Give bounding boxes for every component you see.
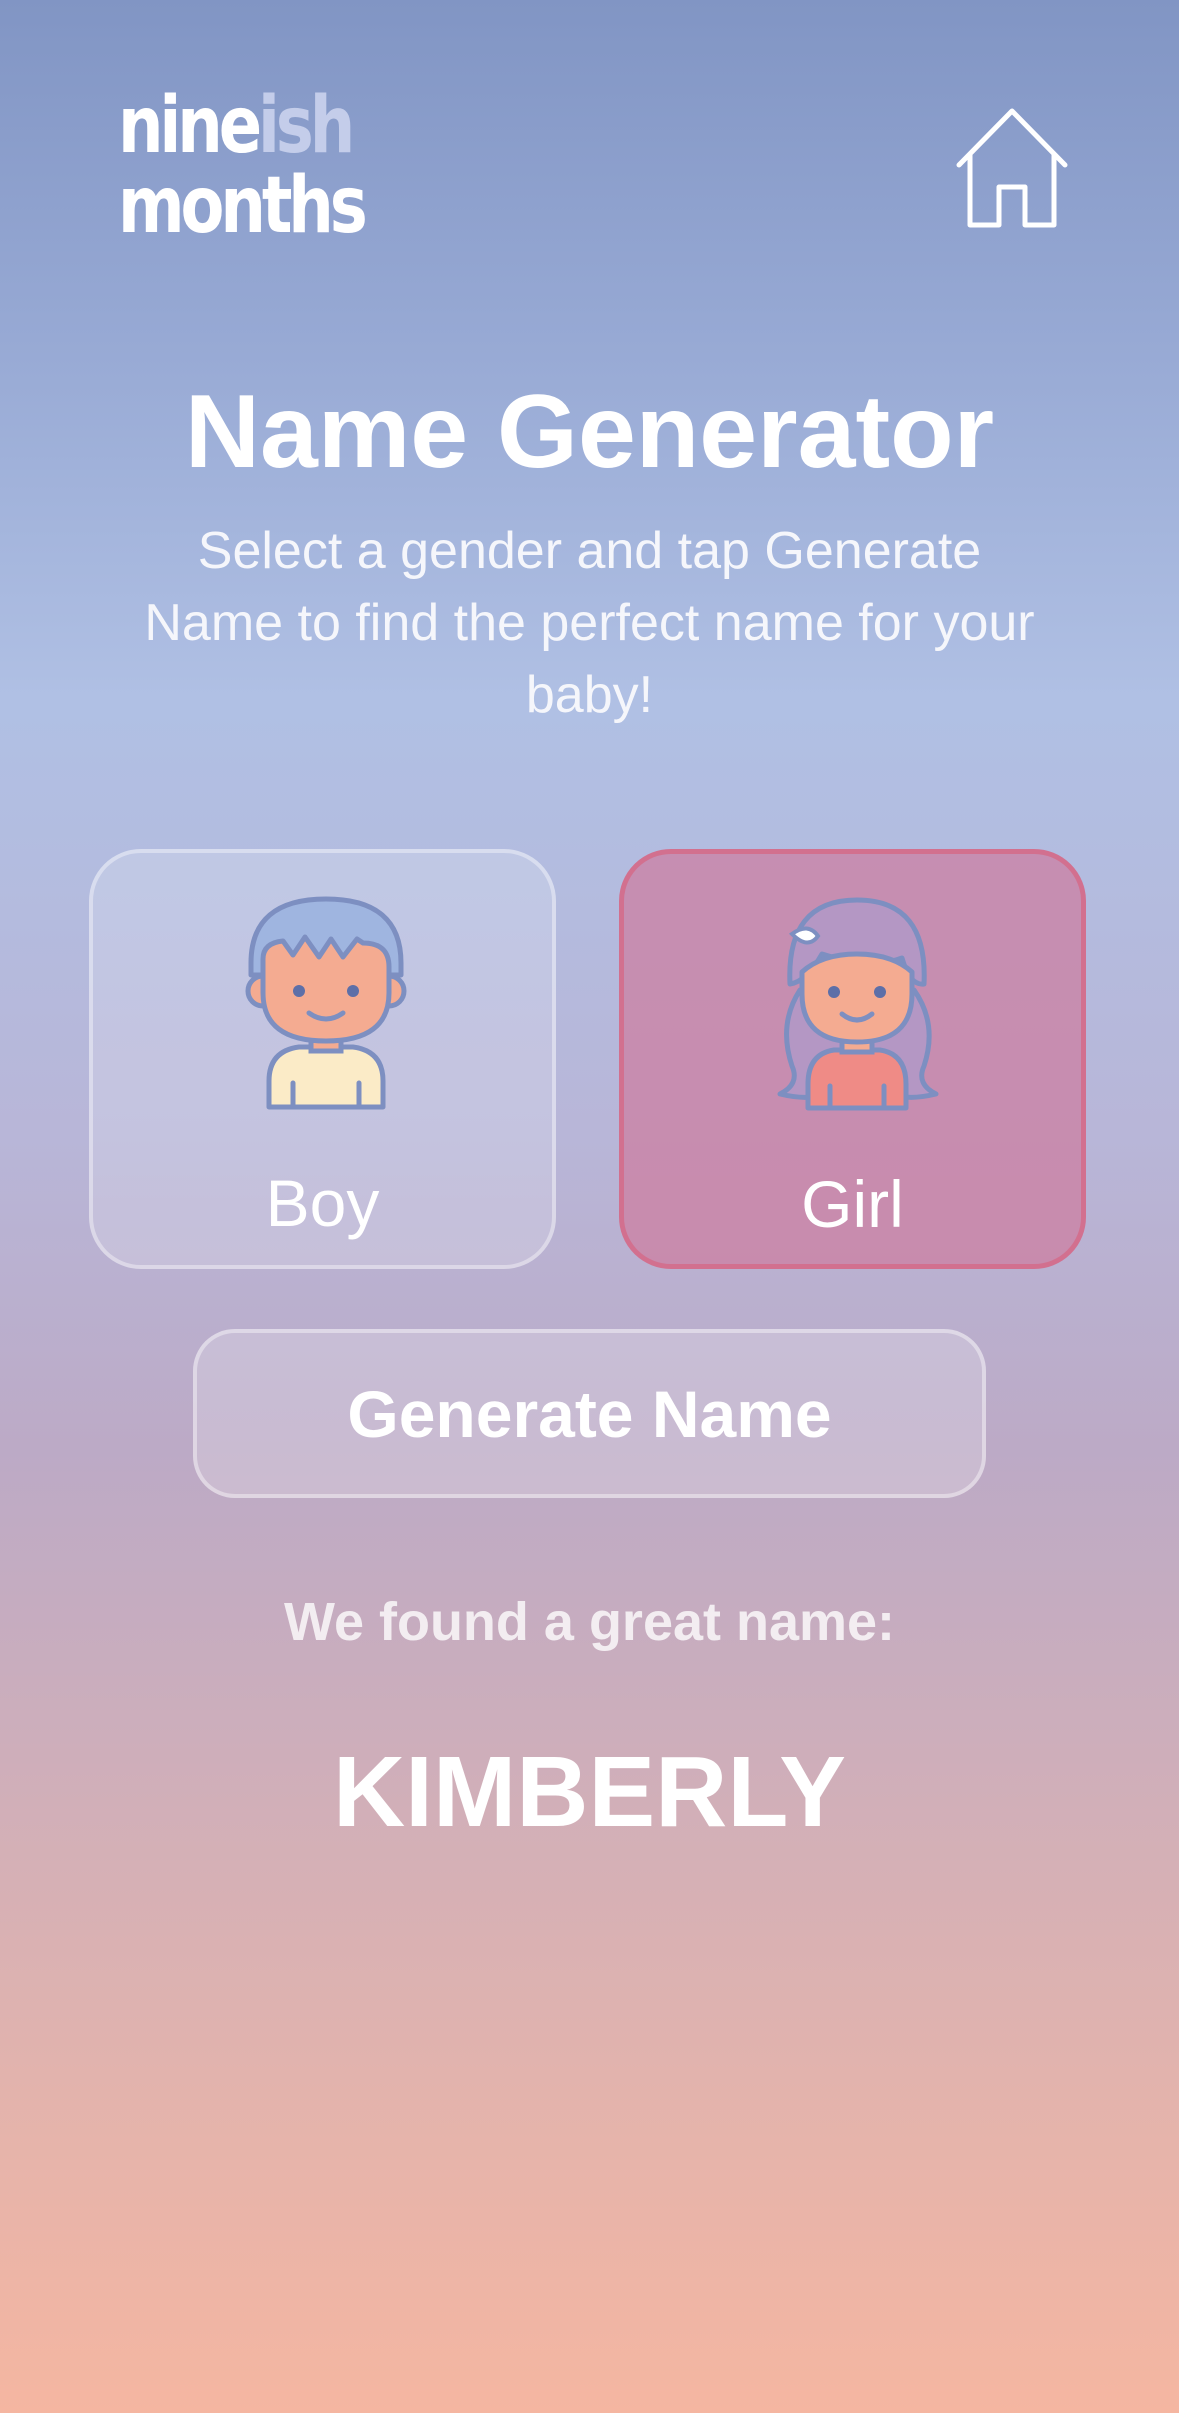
page-subtitle: Select a gender and tap Generate Name to… [144, 522, 1035, 724]
gender-option-boy[interactable]: Boy [89, 849, 556, 1269]
home-icon [956, 108, 1068, 228]
logo-text-nine: nine [118, 81, 262, 171]
home-button[interactable] [953, 105, 1071, 231]
logo-text-months: months [118, 161, 368, 251]
boy-avatar-icon [245, 896, 407, 1110]
nineish-months-logo: nineish months [118, 86, 368, 256]
result-intro-text: We found a great name: [283, 1592, 896, 1652]
gender-label-boy: Boy [265, 1166, 380, 1240]
generated-name: KIMBERLY [332, 1736, 847, 1848]
logo-text-ish: ish [257, 81, 355, 171]
logo-line-1: nineish [118, 86, 355, 166]
gender-option-girl[interactable]: Girl [619, 849, 1086, 1269]
girl-avatar-icon [777, 897, 939, 1111]
page-title: Name Generator [184, 374, 995, 490]
gender-label-girl: Girl [801, 1167, 904, 1241]
generate-name-button[interactable]: Generate Name [193, 1329, 986, 1498]
